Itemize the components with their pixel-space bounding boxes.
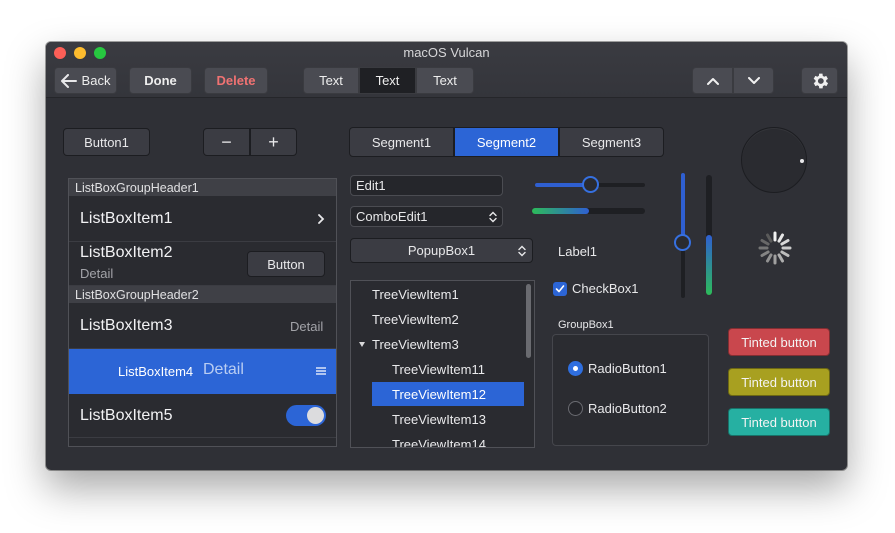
radio-label: RadioButton1 [588, 361, 667, 376]
text-tab-2[interactable]: Text [359, 67, 416, 94]
list-item[interactable]: ListBoxItem2 Detail Button [69, 242, 336, 286]
up-button[interactable] [692, 67, 733, 94]
edit1-field[interactable]: Edit1 [350, 175, 503, 196]
tree-item[interactable]: TreeViewItem2 [372, 307, 459, 331]
tinted-button-teal[interactable]: Tinted button [728, 408, 830, 436]
disclosure-triangle-icon[interactable] [358, 340, 366, 348]
titlebar: macOS Vulcan Back Done Delete Text Text … [46, 42, 847, 98]
popupbox1[interactable]: PopupBox1 [350, 238, 533, 263]
chevron-right-icon [318, 214, 325, 224]
tree-scrollbar[interactable] [526, 284, 531, 358]
list-item-button[interactable]: Button [247, 251, 325, 277]
popupbox1-value: PopupBox1 [407, 243, 476, 258]
checkbox1-label: CheckBox1 [572, 281, 639, 296]
content-area: Button1 − + Segment1 Segment2 Segment3 L… [46, 99, 847, 470]
tree-item-label: TreeViewItem3 [372, 336, 459, 352]
listbox[interactable]: ListBoxGroupHeader1 ListBoxItem1 ListBox… [68, 178, 337, 447]
radio-label: RadioButton2 [588, 401, 667, 416]
segment-1[interactable]: Segment1 [349, 127, 454, 157]
comboedit1-value: ComboEdit1 [356, 209, 428, 224]
settings-button[interactable] [801, 67, 838, 94]
minus-button[interactable]: − [203, 128, 250, 156]
list-item[interactable]: ListBoxItem1 [69, 196, 336, 242]
tree-item[interactable]: TreeViewItem1 [372, 282, 459, 306]
updown-chevron-icon [518, 245, 526, 257]
list-item-selected[interactable]: ListBoxItem4 Detail [69, 349, 336, 394]
checkbox1[interactable]: CheckBox1 [553, 281, 638, 296]
radio-button-2[interactable]: RadioButton2 [568, 401, 667, 416]
list-item-detail: Detail [290, 319, 324, 334]
tree-item[interactable]: TreeViewItem14 [392, 432, 486, 448]
done-button[interactable]: Done [129, 67, 192, 94]
list-item-title: ListBoxItem3 [80, 317, 173, 334]
delete-button[interactable]: Delete [204, 67, 268, 94]
drag-handle-icon[interactable] [315, 366, 327, 376]
tinted-button-yellow[interactable]: Tinted button [728, 368, 830, 396]
chevron-up-icon [706, 77, 719, 85]
text-tab-1[interactable]: Text [303, 67, 359, 94]
listbox-group-header-2: ListBoxGroupHeader2 [69, 286, 336, 303]
groupbox1-title: GroupBox1 [558, 319, 614, 331]
gear-icon [813, 73, 828, 88]
list-item-detail: Detail [203, 361, 244, 378]
list-item-title: ListBoxItem2 [80, 244, 173, 261]
app-window: macOS Vulcan Back Done Delete Text Text … [46, 42, 847, 470]
slider-fill [681, 173, 685, 242]
dial-indicator [800, 159, 804, 163]
slider-knob[interactable] [582, 176, 599, 193]
arrow-left-icon [60, 73, 77, 88]
vertical-progress [706, 175, 712, 295]
groupbox1: RadioButton1 RadioButton2 [552, 334, 709, 446]
list-item-title: ListBoxItem4 [118, 364, 194, 379]
label1: Label1 [558, 244, 598, 259]
back-button[interactable]: Back [54, 67, 117, 94]
rotary-dial[interactable] [741, 127, 807, 193]
tree-item[interactable]: TreeViewItem11 [392, 357, 485, 381]
vertical-slider[interactable] [674, 173, 691, 298]
tree-item-selected[interactable]: TreeViewItem12 [372, 382, 524, 406]
list-item-title: ListBoxItem1 [80, 210, 173, 227]
updown-chevron-icon[interactable] [489, 211, 497, 223]
text-tab-3[interactable]: Text [416, 67, 474, 94]
checkbox-box[interactable] [553, 281, 567, 296]
toggle-knob [307, 407, 324, 424]
chevron-down-icon [747, 76, 760, 84]
list-item-detail: Detail [80, 266, 114, 281]
list-item-toggle[interactable] [286, 405, 326, 426]
listbox-group-header-1: ListBoxGroupHeader1 [69, 179, 336, 196]
plus-button[interactable]: + [250, 128, 297, 156]
tree-item-expanded[interactable]: TreeViewItem3 [358, 332, 459, 356]
horizontal-slider[interactable] [535, 176, 645, 193]
horizontal-progress [532, 208, 645, 214]
progress-fill [706, 235, 712, 295]
tree-item[interactable]: TreeViewItem13 [392, 407, 486, 431]
segment-2[interactable]: Segment2 [454, 127, 559, 157]
tinted-button-red[interactable]: Tinted button [728, 328, 830, 356]
segment-3[interactable]: Segment3 [559, 127, 664, 157]
progress-fill [532, 208, 589, 214]
spinner-icon [758, 231, 792, 265]
radio-circle[interactable] [568, 361, 583, 376]
comboedit1-field[interactable]: ComboEdit1 [350, 206, 503, 227]
down-button[interactable] [733, 67, 774, 94]
radio-button-1[interactable]: RadioButton1 [568, 361, 667, 376]
list-item[interactable]: ListBoxItem3 Detail [69, 303, 336, 349]
tree-view[interactable]: TreeViewItem1 TreeViewItem2 TreeViewItem… [350, 280, 535, 448]
back-label: Back [81, 73, 111, 88]
list-item[interactable]: ListBoxItem5 [69, 394, 336, 438]
button1[interactable]: Button1 [63, 128, 150, 156]
radio-circle[interactable] [568, 401, 583, 416]
slider-knob[interactable] [674, 233, 691, 251]
list-item-title: ListBoxItem5 [80, 407, 173, 424]
window-title: macOS Vulcan [403, 45, 490, 60]
checkmark-icon [555, 284, 565, 292]
